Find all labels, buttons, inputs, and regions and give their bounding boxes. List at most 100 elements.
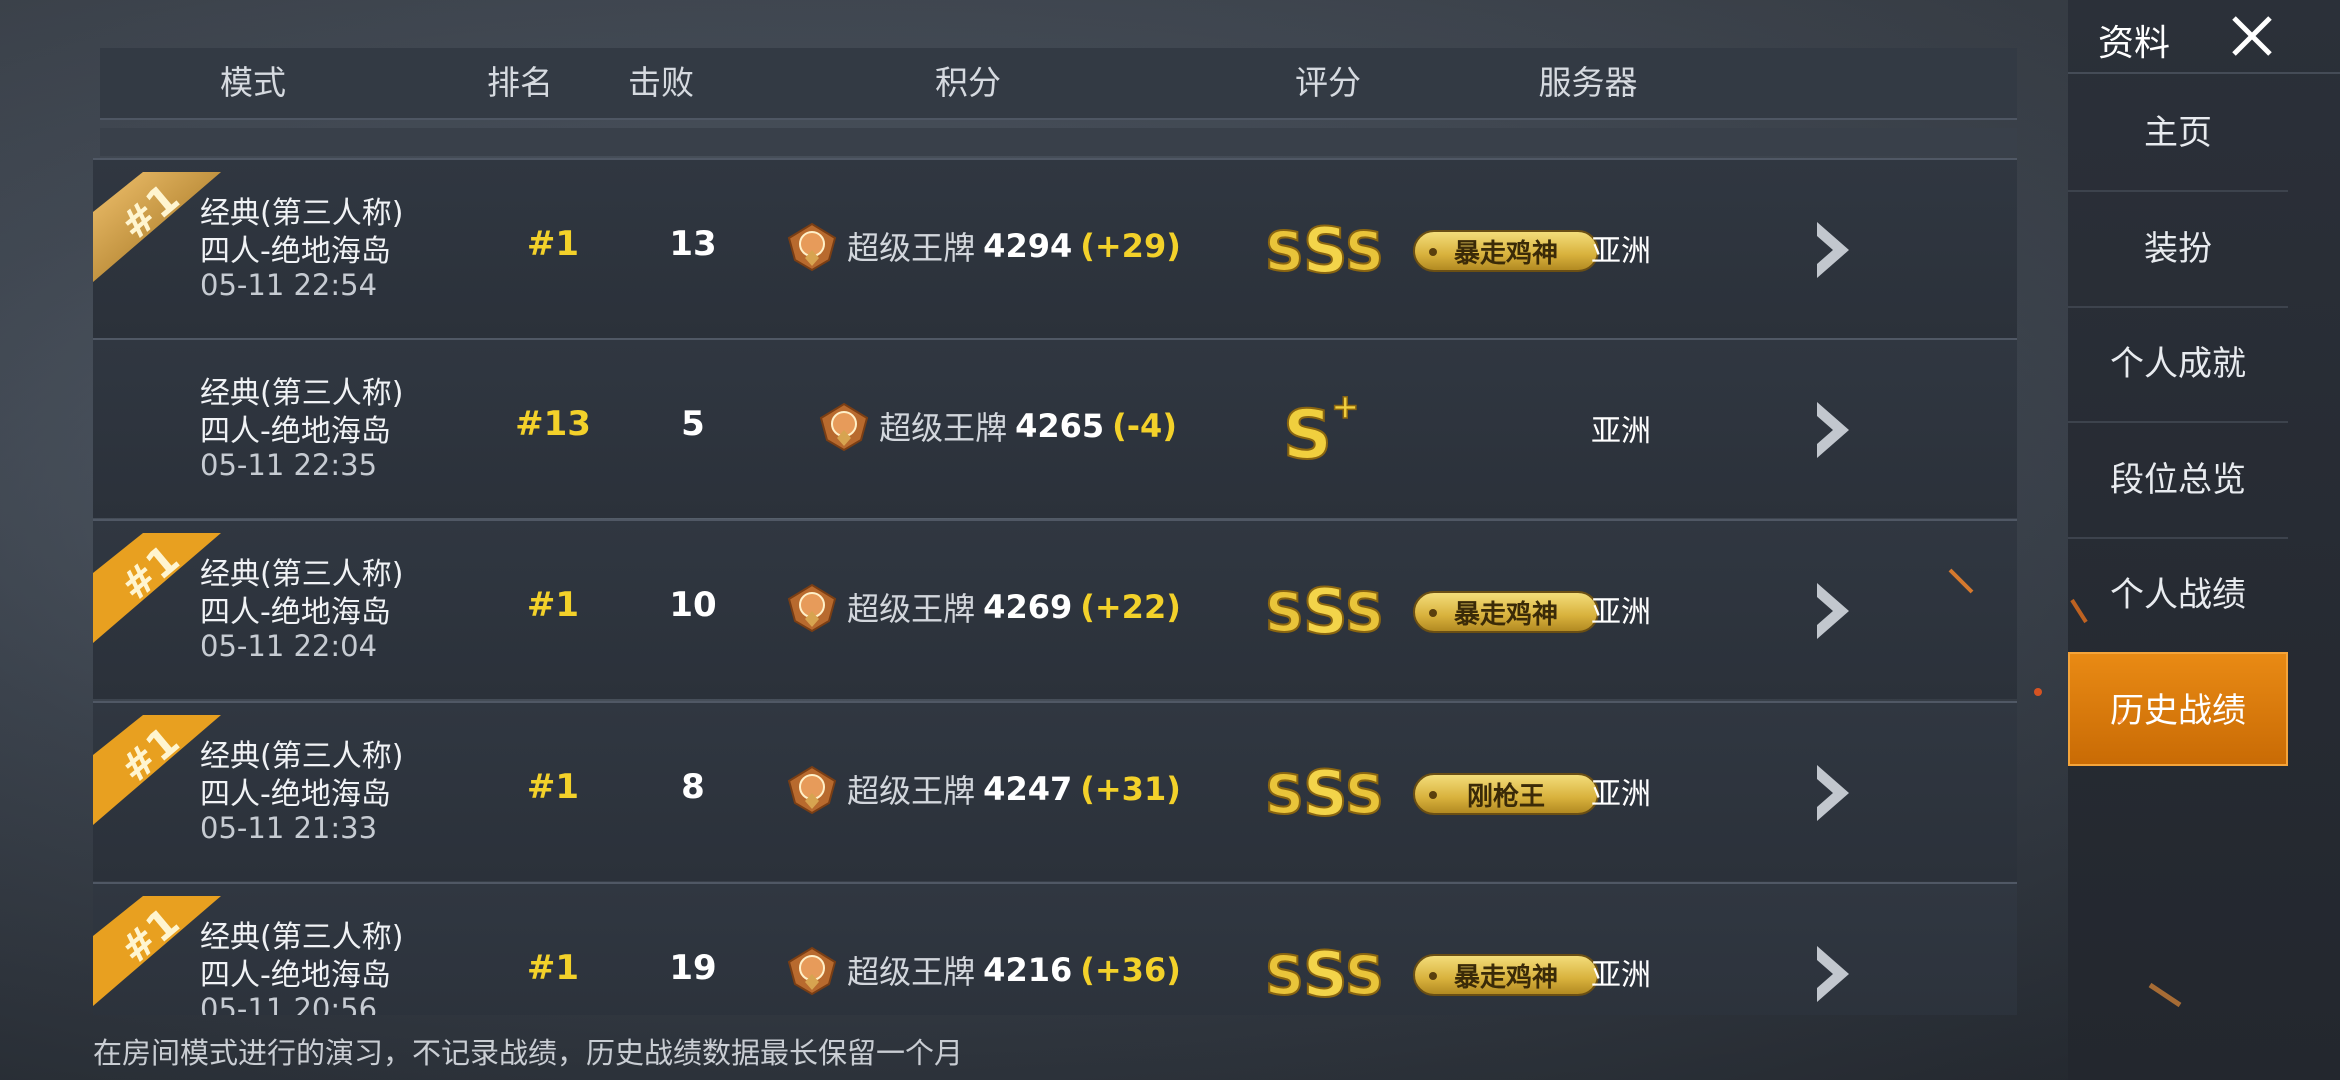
points-delta: (+29) [1080, 227, 1181, 265]
match-row[interactable]: #1 经典(第三人称) 四人-绝地海岛 05-11 22:04 #1 10 超级… [93, 519, 2017, 699]
chevron-right-icon[interactable] [1811, 218, 1855, 282]
grade-sss-icon: S S S [1264, 218, 1385, 278]
points-delta: (+36) [1080, 951, 1181, 989]
server-value: 亚洲 [1591, 414, 1651, 449]
rank-value: #1 [526, 224, 580, 264]
rank-value: #1 [526, 767, 580, 807]
server-value: 亚洲 [1591, 595, 1651, 630]
kills-value: 8 [681, 767, 705, 807]
rank-value: #13 [515, 404, 591, 444]
match-history-list[interactable]: #1 经典(第三人称) 四人-绝地海岛 05-11 22:54 #1 13 超级… [93, 158, 2017, 1015]
header-score: 积分 [935, 63, 1001, 102]
tier-name: 超级王牌 [847, 229, 976, 267]
badge-dot-icon [1429, 972, 1437, 980]
badge-dot-icon [1429, 791, 1437, 799]
score-cell: 超级王牌 4247 (+31) [773, 761, 1193, 817]
grade-s-plus-icon: S + [1282, 388, 1360, 468]
rank-value: #1 [526, 585, 580, 625]
server-value: 亚洲 [1591, 234, 1651, 269]
match-time: 05-11 20:56 [200, 992, 378, 1015]
svg-text:S: S [1345, 944, 1384, 1002]
grade-sss-icon: S S S [1264, 761, 1385, 821]
sidebar-item-outfit[interactable]: 装扮 [2068, 192, 2288, 308]
svg-text:S: S [1303, 761, 1348, 821]
sidebar-item-rank-overview[interactable]: 段位总览 [2068, 423, 2288, 539]
svg-text:S: S [1303, 579, 1348, 639]
match-row[interactable]: #1 经典(第三人称) 四人-绝地海岛 05-11 21:33 #1 8 超级王… [93, 701, 2017, 881]
sidebar-item-match-history[interactable]: 历史战绩 [2068, 652, 2288, 766]
match-time: 05-11 22:54 [200, 268, 378, 302]
tier-name: 超级王牌 [847, 590, 976, 628]
match-row[interactable]: #1 经典(第三人称) 四人-绝地海岛 05-11 22:54 #1 13 超级… [93, 158, 2017, 338]
header-rating: 评分 [1295, 63, 1361, 102]
match-time: 05-11 22:04 [200, 629, 378, 663]
points-value: 4294 [983, 227, 1073, 265]
svg-text:+: + [1331, 388, 1360, 427]
server-value: 亚洲 [1591, 958, 1651, 993]
points-delta: (-4) [1112, 407, 1177, 445]
score-cell: 超级王牌 4294 (+29) [773, 218, 1193, 274]
svg-text:S: S [1265, 220, 1304, 278]
tier-name: 超级王牌 [847, 953, 976, 991]
match-time: 05-11 21:33 [200, 811, 378, 845]
svg-text:S: S [1345, 763, 1384, 821]
sidebar-item-achievements[interactable]: 个人成就 [2068, 307, 2288, 423]
ace-tier-icon [787, 222, 837, 272]
badge-dot-icon [1429, 248, 1437, 256]
ace-tier-icon [787, 765, 837, 815]
svg-text:S: S [1283, 396, 1332, 468]
sidebar-item-personal-stats[interactable]: 个人战绩 [2068, 538, 2288, 654]
svg-text:S: S [1303, 942, 1348, 1002]
chevron-right-icon[interactable] [1811, 761, 1855, 825]
close-icon[interactable] [2228, 12, 2276, 60]
table-header: 模式 排名 击败 积分 评分 服务器 [100, 48, 2017, 120]
chevron-right-icon[interactable] [1811, 398, 1855, 462]
tier-name: 超级王牌 [847, 772, 976, 810]
chevron-right-icon[interactable] [1811, 579, 1855, 643]
sidebar-item-home[interactable]: 主页 [2068, 76, 2288, 192]
map-name: 四人-绝地海岛 [200, 958, 391, 993]
points-value: 4265 [1015, 407, 1105, 445]
points-delta: (+22) [1080, 588, 1181, 626]
match-row[interactable]: #1 经典(第三人称) 四人-绝地海岛 05-11 20:56 #1 19 超级… [93, 882, 2017, 1015]
map-name: 四人-绝地海岛 [200, 234, 391, 269]
header-kills: 击败 [628, 63, 694, 102]
profile-sidebar: 资料 主页 装扮 个人成就 段位总览 个人战绩 历史战绩 [2068, 0, 2340, 1080]
sidebar-header: 资料 [2068, 0, 2340, 74]
header-mode: 模式 [220, 63, 286, 102]
kills-value: 13 [669, 224, 717, 264]
points-value: 4269 [983, 588, 1073, 626]
score-cell: 超级王牌 4216 (+36) [773, 942, 1193, 998]
points-delta: (+31) [1080, 770, 1181, 808]
map-name: 四人-绝地海岛 [200, 777, 391, 812]
server-value: 亚洲 [1591, 777, 1651, 812]
svg-text:S: S [1265, 581, 1304, 639]
footer-note: 在房间模式进行的演习，不记录战绩，历史战绩数据最长保留一个月 [93, 1036, 964, 1070]
badge-dot-icon [1429, 609, 1437, 617]
grade-sss-icon: S S S [1264, 942, 1385, 1002]
points-value: 4247 [983, 770, 1073, 808]
svg-text:S: S [1345, 581, 1384, 639]
match-row[interactable]: 经典(第三人称) 四人-绝地海岛 05-11 22:35 #13 5 超级王牌 … [93, 338, 2017, 518]
match-time: 05-11 22:35 [200, 448, 378, 482]
svg-text:S: S [1303, 218, 1348, 278]
kills-value: 5 [681, 404, 705, 444]
rank-value: #1 [526, 948, 580, 988]
sidebar-title: 资料 [2098, 23, 2171, 64]
map-name: 四人-绝地海岛 [200, 595, 391, 630]
ace-tier-icon [819, 402, 869, 452]
header-rank: 排名 [487, 63, 553, 102]
score-cell: 超级王牌 4269 (+22) [773, 579, 1193, 635]
badge-label: 刚枪王 [1466, 781, 1545, 812]
svg-text:S: S [1265, 944, 1304, 1002]
svg-text:S: S [1265, 763, 1304, 821]
chevron-right-icon[interactable] [1811, 942, 1855, 1006]
score-cell: 超级王牌 4265 (-4) [787, 398, 1207, 454]
points-value: 4216 [983, 951, 1073, 989]
map-name: 四人-绝地海岛 [200, 414, 391, 449]
kills-value: 19 [669, 948, 717, 988]
grade-sss-icon: S S S [1264, 579, 1385, 639]
header-separator [100, 128, 2017, 156]
header-server: 服务器 [1538, 63, 1638, 102]
ace-tier-icon [787, 583, 837, 633]
